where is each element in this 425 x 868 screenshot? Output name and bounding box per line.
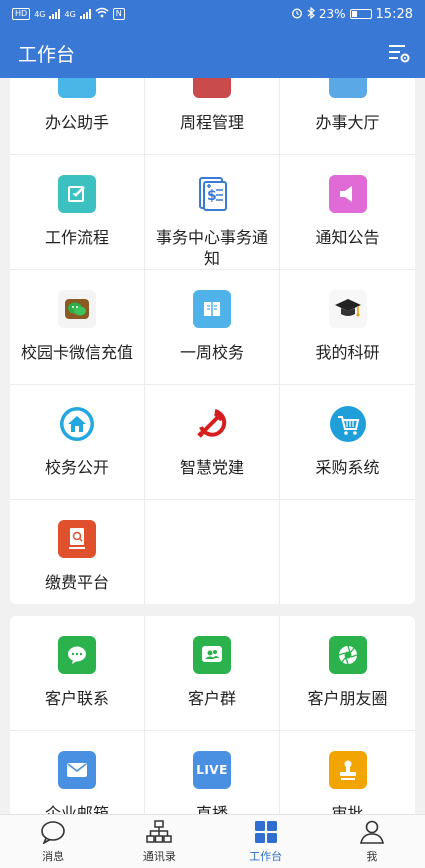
message-bubble-icon — [40, 820, 66, 844]
app-label: 周程管理 — [179, 113, 244, 132]
app-bar: 工作台 — [0, 28, 425, 78]
app-label: 校园卡微信充值 — [20, 343, 133, 362]
party-emblem-icon — [193, 405, 231, 443]
net-type-1: 4G — [34, 9, 46, 19]
app-my-research[interactable]: 我的科研 — [280, 270, 415, 385]
app-label: 采购系统 — [315, 458, 380, 477]
app-label: 客户群 — [187, 689, 236, 708]
app-procurement[interactable]: 采购系统 — [280, 385, 415, 500]
app-label: 客户朋友圈 — [307, 689, 388, 708]
empty-cell — [145, 500, 280, 604]
empty-cell — [280, 500, 415, 604]
home-icon — [58, 405, 96, 443]
battery-icon — [349, 9, 372, 19]
bottom-nav: 消息 通讯录 工作台 我 — [0, 814, 425, 868]
app-label: 客户联系 — [44, 689, 109, 708]
customer-group-icon — [193, 636, 231, 674]
svg-text:$: $ — [207, 188, 217, 204]
schedule-icon — [193, 78, 231, 98]
payment-icon — [58, 520, 96, 558]
tab-me[interactable]: 我 — [319, 815, 425, 868]
app-customer-moments[interactable]: 客户朋友圈 — [280, 616, 415, 731]
app-label: 一周校务 — [179, 343, 244, 362]
filter-settings-icon[interactable] — [387, 41, 411, 65]
tab-workbench[interactable]: 工作台 — [213, 815, 319, 868]
tab-label: 工作台 — [249, 849, 283, 863]
book-icon — [193, 290, 231, 328]
status-left: HD 4G 4G N — [12, 7, 125, 21]
signal-2-icon — [79, 9, 91, 19]
status-bar: HD 4G 4G N 23% 15:28 — [0, 0, 425, 28]
app-live[interactable]: LIVE 直播 — [145, 731, 280, 814]
grid-icon — [253, 820, 279, 844]
wifi-icon — [95, 7, 109, 21]
tab-label: 我 — [366, 849, 378, 863]
app-label: 工作流程 — [44, 228, 109, 247]
cart-icon — [329, 405, 367, 443]
page-title: 工作台 — [18, 43, 76, 66]
app-grid-campus: 办公助手 周程管理 办事大厅 工作流程 $ 事务中心事务通知 通知公告 校园卡微… — [10, 78, 415, 604]
alarm-icon — [291, 7, 303, 22]
live-icon: LIVE — [193, 751, 231, 789]
battery-percent: 23% — [318, 7, 346, 21]
signal-1-icon — [49, 9, 61, 19]
app-label: 企业邮箱 — [44, 804, 109, 814]
live-badge-text: LIVE — [196, 763, 228, 777]
app-office-assistant[interactable]: 办公助手 — [10, 78, 145, 155]
approval-stamp-icon — [328, 751, 367, 789]
clock-time: 15:28 — [375, 6, 413, 22]
wechat-icon — [58, 290, 96, 328]
app-payment-platform[interactable]: 缴费平台 — [10, 500, 145, 604]
bluetooth-icon — [307, 6, 315, 22]
person-icon — [359, 820, 385, 844]
app-smart-party[interactable]: 智慧党建 — [145, 385, 280, 500]
tab-label: 通讯录 — [142, 849, 176, 863]
graduation-cap-icon — [328, 290, 367, 328]
app-card-customer: 客户联系 客户群 客户朋友圈 企业邮箱 LIVE 直播 审批 — [10, 616, 415, 814]
tab-contacts[interactable]: 通讯录 — [106, 815, 212, 868]
app-label: 智慧党建 — [179, 458, 244, 477]
mail-icon — [58, 751, 96, 789]
org-chart-icon — [146, 819, 173, 844]
app-weekly-affairs[interactable]: 一周校务 — [145, 270, 280, 385]
app-announcement[interactable]: 通知公告 — [280, 155, 415, 270]
app-schedule[interactable]: 周程管理 — [145, 78, 280, 155]
net-type-2: 4G — [64, 9, 76, 19]
app-affairs-notice[interactable]: $ 事务中心事务通知 — [145, 155, 280, 270]
app-campus-card-wechat[interactable]: 校园卡微信充值 — [10, 270, 145, 385]
app-label: 校务公开 — [44, 458, 109, 477]
status-right: 23% 15:28 — [291, 6, 413, 22]
app-label: 直播 — [195, 804, 228, 814]
app-label: 缴费平台 — [44, 573, 109, 592]
app-label: 办公助手 — [44, 113, 109, 132]
nfc-icon: N — [112, 8, 125, 20]
app-enterprise-mail[interactable]: 企业邮箱 — [10, 731, 145, 814]
app-label: 办事大厅 — [315, 113, 380, 132]
moments-icon — [328, 636, 367, 674]
app-label: 通知公告 — [315, 228, 380, 247]
app-label: 我的科研 — [315, 343, 380, 362]
app-card-campus: 办公助手 周程管理 办事大厅 工作流程 $ 事务中心事务通知 通知公告 校园卡微… — [10, 78, 415, 604]
app-customer-group[interactable]: 客户群 — [145, 616, 280, 731]
notice-doc-icon: $ — [193, 175, 231, 213]
app-grid-customer: 客户联系 客户群 客户朋友圈 企业邮箱 LIVE 直播 审批 — [10, 616, 415, 814]
app-service-hall[interactable]: 办事大厅 — [280, 78, 415, 155]
service-hall-icon — [328, 78, 367, 98]
workbench-content[interactable]: 办公助手 周程管理 办事大厅 工作流程 $ 事务中心事务通知 通知公告 校园卡微… — [0, 78, 425, 814]
tab-label: 消息 — [42, 849, 65, 863]
app-approval[interactable]: 审批 — [280, 731, 415, 814]
app-label: 审批 — [331, 804, 364, 814]
hd-indicator: HD — [12, 8, 31, 20]
workflow-edit-icon — [58, 175, 96, 213]
megaphone-icon — [328, 175, 367, 213]
chat-bubble-icon — [58, 636, 96, 674]
office-assistant-icon — [58, 78, 96, 98]
app-customer-contact[interactable]: 客户联系 — [10, 616, 145, 731]
app-label: 事务中心事务通知 — [155, 228, 268, 268]
app-school-affairs-open[interactable]: 校务公开 — [10, 385, 145, 500]
tab-messages[interactable]: 消息 — [0, 815, 106, 868]
app-workflow[interactable]: 工作流程 — [10, 155, 145, 270]
